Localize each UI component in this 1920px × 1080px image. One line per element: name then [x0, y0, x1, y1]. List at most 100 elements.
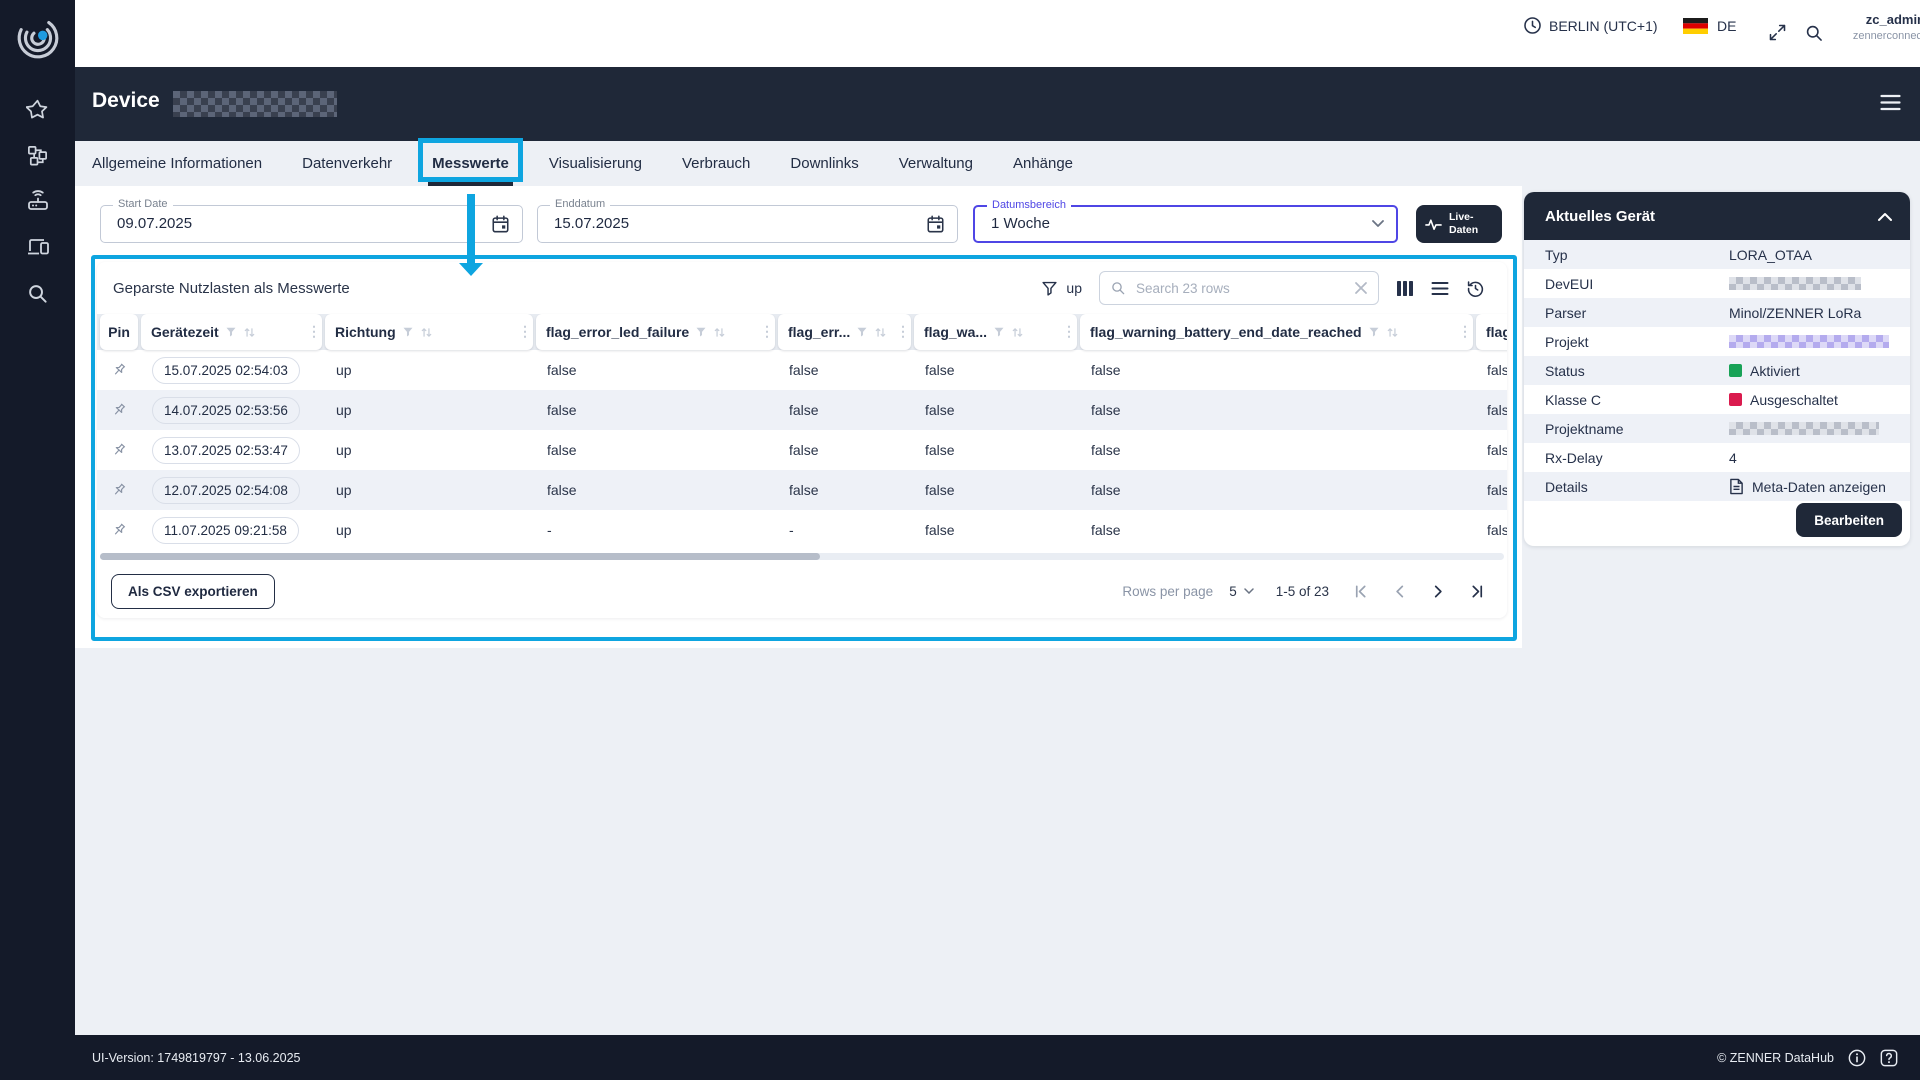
tab-downlinks[interactable]: Downlinks [790, 147, 858, 181]
start-date-field[interactable]: Start Date [100, 205, 523, 243]
start-date-input[interactable] [117, 206, 412, 242]
rows-per-page-select[interactable]: 5 [1229, 584, 1254, 599]
filter-funnel-icon[interactable] [856, 326, 868, 338]
calendar-icon[interactable] [491, 214, 510, 234]
column-drag-handle[interactable]: ⋮ [896, 323, 909, 340]
filter-funnel-icon[interactable] [695, 326, 707, 338]
column-header-flag-err[interactable]: flag_err... ⋮ [778, 314, 911, 350]
horizontal-scrollbar-thumb[interactable] [100, 553, 820, 560]
column-drag-handle[interactable]: ⋮ [307, 323, 320, 340]
filter-funnel-icon[interactable] [1368, 326, 1380, 338]
clear-search-icon[interactable] [1354, 281, 1368, 295]
reset-table-button[interactable] [1466, 279, 1485, 298]
table-row[interactable]: 12.07.2025 02:54:08 up false false false… [97, 470, 1507, 510]
filter-funnel-icon[interactable] [402, 326, 414, 338]
date-range-select[interactable]: Datumsbereich 1 Woche [973, 205, 1398, 243]
sidebar-item-favorites[interactable] [0, 86, 75, 132]
sort-icon[interactable] [420, 326, 433, 339]
cell-flag: false [1080, 390, 1473, 430]
sort-icon[interactable] [874, 326, 887, 339]
active-tab-underline [428, 182, 513, 186]
pin-icon[interactable] [100, 430, 138, 470]
filter-indicator[interactable]: up [1041, 280, 1082, 297]
german-flag-icon [1683, 18, 1708, 34]
timezone-label: BERLIN (UTC+1) [1549, 18, 1658, 34]
language-switcher[interactable]: DE [1683, 18, 1736, 34]
column-drag-handle[interactable]: ⋮ [518, 323, 531, 340]
table-row[interactable]: 14.07.2025 02:53:56 up false false false… [97, 390, 1507, 430]
column-drag-handle[interactable]: ⋮ [760, 323, 773, 340]
cell-flag: false [1476, 510, 1507, 550]
timestamp-chip[interactable]: 15.07.2025 02:54:03 [152, 357, 300, 384]
sort-icon[interactable] [243, 326, 256, 339]
end-date-field[interactable]: Enddatum [537, 205, 958, 243]
column-header-pin[interactable]: Pin [100, 314, 138, 350]
column-header-geraetezeit[interactable]: Gerätezeit ⋮ [141, 314, 322, 350]
tab-allgemeine-informationen[interactable]: Allgemeine Informationen [92, 147, 262, 181]
column-header-flag-wa[interactable]: flag_wa... ⋮ [914, 314, 1077, 350]
next-page-icon[interactable] [1431, 584, 1446, 599]
timestamp-chip[interactable]: 13.07.2025 02:53:47 [152, 437, 300, 464]
current-device-panel: Aktuelles Gerät Typ LORA_OTAA DevEUI Par… [1524, 192, 1910, 546]
sidebar-item-devices[interactable] [0, 224, 75, 270]
zennerconnect-logo[interactable] [0, 4, 75, 72]
export-csv-button[interactable]: Als CSV exportieren [111, 574, 275, 609]
table-search-input[interactable] [1134, 280, 1346, 297]
pin-icon[interactable] [100, 470, 138, 510]
sort-icon[interactable] [1386, 326, 1399, 339]
tab-anhaenge[interactable]: Anhänge [1013, 147, 1073, 181]
global-search-button[interactable] [1804, 23, 1824, 43]
cell-flag: false [778, 390, 911, 430]
row-density-button[interactable] [1431, 281, 1449, 296]
meta-data-link[interactable]: Meta-Daten anzeigen [1729, 478, 1886, 495]
column-header-flag-error-led-failure[interactable]: flag_error_led_failure ⋮ [536, 314, 775, 350]
last-page-icon[interactable] [1470, 584, 1485, 599]
timestamp-chip[interactable]: 12.07.2025 02:54:08 [152, 477, 300, 504]
table-row[interactable]: 11.07.2025 09:21:58 up - - false false f… [97, 510, 1507, 550]
end-date-input[interactable] [554, 206, 847, 242]
pin-icon[interactable] [100, 510, 138, 550]
tab-messwerte[interactable]: Messwerte [432, 147, 509, 181]
sort-icon[interactable] [713, 326, 726, 339]
sidebar-item-topology[interactable] [0, 132, 75, 178]
chevron-up-icon[interactable] [1878, 212, 1892, 221]
previous-page-icon[interactable] [1392, 584, 1407, 599]
fullscreen-button[interactable] [1767, 22, 1788, 43]
user-menu[interactable]: zc_admin zennerconnect [1835, 12, 1920, 42]
page-menu-button[interactable] [1880, 94, 1901, 111]
tab-verwaltung[interactable]: Verwaltung [899, 147, 973, 181]
column-drag-handle[interactable]: ⋮ [1458, 323, 1471, 340]
column-header-flag-warning-battery-end-date-reached[interactable]: flag_warning_battery_end_date_reached ⋮ [1080, 314, 1473, 350]
sort-icon[interactable] [1011, 326, 1024, 339]
help-icon[interactable] [1880, 1049, 1898, 1067]
filter-funnel-icon[interactable] [993, 326, 1005, 338]
timestamp-chip[interactable]: 11.07.2025 09:21:58 [152, 517, 299, 544]
tab-datenverkehr[interactable]: Datenverkehr [302, 147, 392, 181]
table-row[interactable]: 13.07.2025 02:53:47 up false false false… [97, 430, 1507, 470]
calendar-icon[interactable] [926, 214, 945, 234]
column-drag-handle[interactable]: ⋮ [1062, 323, 1075, 340]
live-data-button[interactable]: Live- Daten [1416, 205, 1502, 243]
first-page-icon[interactable] [1353, 584, 1368, 599]
sidebar-item-search[interactable] [0, 270, 75, 316]
device-panel-header[interactable]: Aktuelles Gerät [1524, 192, 1910, 240]
horizontal-scrollbar-track[interactable] [100, 553, 1504, 560]
column-header-richtung[interactable]: Richtung ⋮ [325, 314, 533, 350]
density-icon [1431, 281, 1449, 296]
tab-verbrauch[interactable]: Verbrauch [682, 147, 750, 181]
column-header-flag-truncated[interactable]: flag [1476, 314, 1507, 350]
pin-icon[interactable] [100, 390, 138, 430]
table-search-box[interactable] [1099, 271, 1379, 305]
tab-visualisierung[interactable]: Visualisierung [549, 147, 642, 181]
timestamp-chip[interactable]: 14.07.2025 02:53:56 [152, 397, 300, 424]
device-name-redacted [173, 91, 337, 117]
edit-device-button[interactable]: Bearbeiten [1796, 503, 1902, 537]
table-row[interactable]: 15.07.2025 02:54:03 up false false false… [97, 350, 1507, 390]
filter-funnel-icon[interactable] [225, 326, 237, 338]
pin-icon[interactable] [100, 350, 138, 390]
sidebar-item-gateways[interactable] [0, 178, 75, 224]
timezone-indicator[interactable]: BERLIN (UTC+1) [1523, 16, 1658, 35]
manage-columns-button[interactable] [1396, 280, 1414, 297]
info-icon[interactable] [1848, 1049, 1866, 1067]
tab-label: Allgemeine Informationen [92, 155, 262, 172]
